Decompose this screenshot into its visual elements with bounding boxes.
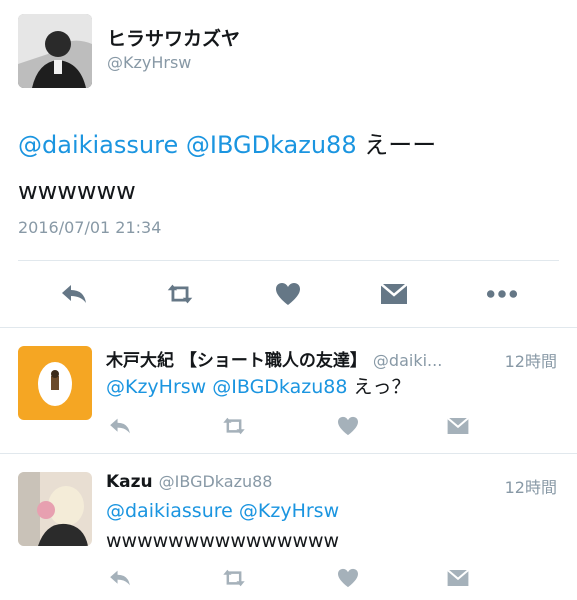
reply-tweet[interactable]: 木戸大紀 【ショート職人の友達】 @daiki... 12時間 @KzyHrsw … [0,328,577,452]
reply-timestamp[interactable]: 12時間 [505,348,557,372]
more-options-button[interactable] [486,278,518,310]
reply-tweet[interactable]: Kazu @IBGDkazu88 12時間 @daikiassure @KzyHr… [0,454,577,600]
reply-button[interactable] [106,566,134,590]
reply-timestamp[interactable]: 12時間 [505,474,557,498]
reply-author-name[interactable]: Kazu @IBGDkazu88 [106,472,272,492]
reply-arrow-icon [110,570,130,586]
like-button[interactable] [334,414,362,438]
mention-link[interactable]: @KzyHrsw [239,500,339,522]
direct-message-button[interactable] [444,414,472,438]
divider [18,260,559,261]
main-author-handle[interactable]: @KzyHrsw [107,53,191,72]
direct-message-button[interactable] [444,566,472,590]
tweet-timestamp[interactable]: 2016/07/01 21:34 [18,218,161,237]
reply-arrow-icon [110,418,130,434]
main-tweet-text: @daikiassure @IBGDkazu88 えーー wwwwww [18,122,558,214]
reply-body-text: wwwwwwwwwwwwwww [106,530,340,552]
tweet-body-text: えーー [356,131,437,159]
main-author-name[interactable]: ヒラサワカズヤ [107,24,240,51]
envelope-icon [446,417,470,434]
retweet-icon [223,417,245,435]
reply-author-avatar[interactable] [18,346,92,420]
heart-icon [276,283,300,305]
envelope-icon [446,569,470,586]
more-dots-icon [486,290,518,298]
reply-button[interactable] [58,278,90,310]
reply-button[interactable] [106,414,134,438]
reply-author-avatar[interactable] [18,472,92,546]
envelope-icon [380,283,408,304]
like-button[interactable] [272,278,304,310]
retweet-button[interactable] [220,566,248,590]
like-button[interactable] [334,566,362,590]
main-author-avatar[interactable] [18,14,92,88]
reply-arrow-icon [62,285,86,303]
reply-text: @daikiassure @KzyHrsw wwwwwwwwwwwwwww [106,496,339,556]
reply-body-text: えっ？ [347,376,411,398]
avatar-photo [18,14,92,88]
heart-icon [338,568,358,588]
mention-link[interactable]: @daikiassure [18,131,178,159]
direct-message-button[interactable] [378,278,410,310]
reply-display-name: Kazu [106,472,153,492]
reply-author-handle: @daiki... [372,351,443,370]
reply-author-name[interactable]: 木戸大紀 【ショート職人の友達】 @daiki... [106,346,442,371]
tweet-body-text-line2: wwwwww [18,177,136,205]
mention-link[interactable]: @daikiassure [106,500,233,522]
reply-text: @KzyHrsw @IBGDkazu88 えっ？ [106,372,410,402]
retweet-button[interactable] [164,278,196,310]
mention-link[interactable]: @IBGDkazu88 [186,131,357,159]
reply-author-handle: @IBGDkazu88 [158,472,273,491]
heart-icon [338,416,358,436]
mention-link[interactable]: @KzyHrsw [106,376,206,398]
retweet-button[interactable] [220,414,248,438]
main-action-bar [0,272,577,316]
retweet-icon [167,284,193,304]
retweet-icon [223,569,245,587]
reply-display-name: 木戸大紀 【ショート職人の友達】 [106,351,367,371]
mention-link[interactable]: @IBGDkazu88 [212,376,347,398]
egg-avatar-image [18,346,92,420]
avatar-photo [18,472,92,546]
